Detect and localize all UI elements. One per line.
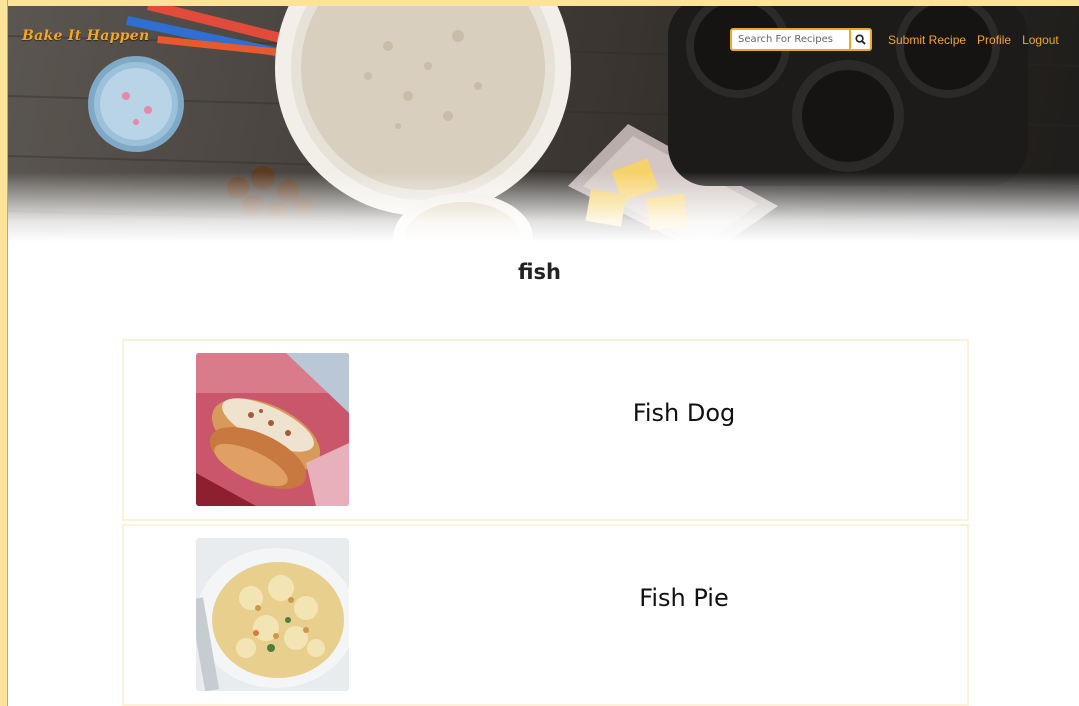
recipe-name[interactable]: Fish Pie <box>544 584 824 612</box>
brand-logo[interactable]: Bake It Happen <box>22 28 149 44</box>
hero-fade <box>8 172 1079 242</box>
page-title: fish <box>517 260 561 284</box>
left-bar <box>0 0 8 706</box>
nav-submit-recipe[interactable]: Submit Recipe <box>888 33 966 47</box>
recipe-thumbnail[interactable] <box>196 538 349 691</box>
search-input[interactable] <box>730 28 851 51</box>
recipe-thumbnail[interactable] <box>196 353 349 506</box>
nav-links: Submit Recipe Profile Logout <box>888 33 1059 47</box>
recipe-card[interactable]: Fish Pie <box>122 524 969 706</box>
fish-pie-photo <box>196 538 349 691</box>
search-bar <box>730 28 874 51</box>
fish-dog-photo <box>196 353 349 506</box>
search-button[interactable] <box>851 28 872 51</box>
search-icon <box>855 34 866 45</box>
page: Bake It Happen Submit Recipe Profile Log… <box>0 0 1079 706</box>
nav-logout[interactable]: Logout <box>1022 33 1059 47</box>
recipe-name[interactable]: Fish Dog <box>544 399 824 427</box>
nav-profile[interactable]: Profile <box>977 33 1011 47</box>
recipe-card[interactable]: Fish Dog <box>122 339 969 521</box>
